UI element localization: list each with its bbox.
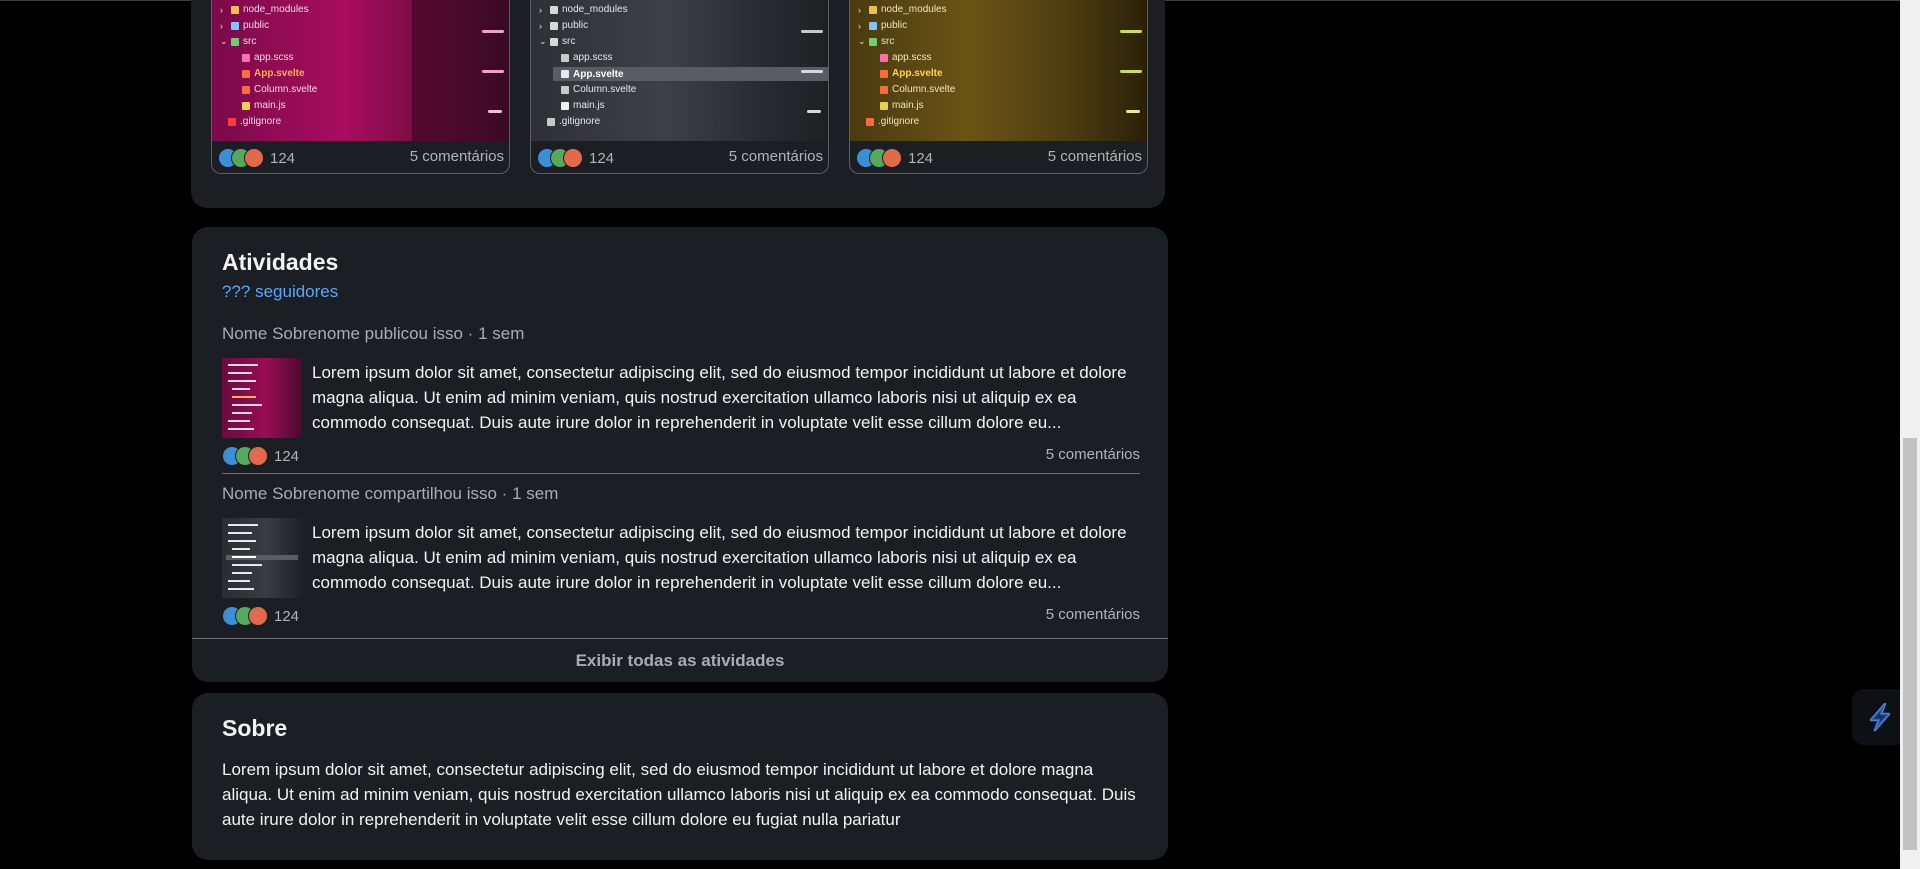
activity-title: Atividades (222, 249, 339, 275)
post-stats: 124 5 comentários (850, 141, 1147, 173)
reaction-count: 124 (589, 149, 615, 167)
love-reaction-icon (244, 148, 264, 168)
activity-divider (222, 473, 1140, 474)
post-stats: 124 5 comentários (212, 141, 509, 173)
about-text: Lorem ipsum dolor sit amet, consectetur … (222, 760, 1136, 829)
featured-post-tile[interactable]: › node_modules › public ⌄ src app.scss App.… (849, 0, 1148, 174)
featured-section: › node_modules › public ⌄ src app.scss App.… (191, 0, 1165, 208)
activity-text: Lorem ipsum dolor sit amet, consectetur … (312, 363, 1127, 432)
reaction-summary[interactable]: 124 (856, 148, 933, 168)
reaction-count: 124 (908, 149, 934, 167)
post-thumbnail: › node_modules › public ⌄ src app.scss App.… (850, 0, 1147, 141)
activity-section: Atividades ??? seguidores Nome Sobrenome… (192, 227, 1168, 682)
activity-meta: Nome Sobrenome publicou isso · 1 sem (222, 324, 525, 343)
comments-link[interactable]: 5 comentários (729, 148, 823, 165)
reaction-count: 124 (274, 447, 300, 465)
about-title: Sobre (222, 715, 288, 741)
reaction-summary[interactable]: 124 (537, 148, 614, 168)
post-thumbnail: › node_modules › public ⌄ src app.scss App.… (212, 0, 509, 141)
post-stats: 124 5 comentários (531, 141, 828, 173)
activity-item[interactable]: Nome Sobrenome compartilhou isso · 1 sem… (222, 484, 1140, 626)
about-section: Sobre Lorem ipsum dolor sit amet, consec… (192, 693, 1168, 860)
profile-page: › node_modules › public ⌄ src app.scss App.… (0, 0, 1920, 869)
reaction-summary[interactable]: 124 (218, 148, 295, 168)
activity-item[interactable]: Nome Sobrenome publicou isso · 1 sem Lor… (222, 324, 1140, 466)
scrollbar-thumb[interactable] (1903, 438, 1917, 850)
love-reaction-icon (248, 606, 268, 626)
reaction-summary[interactable]: 124 (222, 446, 299, 466)
love-reaction-icon (563, 148, 583, 168)
love-reaction-icon (882, 148, 902, 168)
activity-text: Lorem ipsum dolor sit amet, consectetur … (312, 523, 1127, 592)
comments-link[interactable]: 5 comentários (1048, 148, 1142, 165)
activity-stats: 124 5 comentários (222, 444, 1140, 466)
activity-stats: 124 5 comentários (222, 604, 1140, 626)
comments-link[interactable]: 5 comentários (1046, 446, 1140, 463)
love-reaction-icon (248, 446, 268, 466)
comments-link[interactable]: 5 comentários (410, 148, 504, 165)
comments-link[interactable]: 5 comentários (1046, 606, 1140, 623)
followers-link[interactable]: ??? seguidores (222, 282, 338, 302)
activity-thumbnail[interactable] (222, 358, 302, 438)
featured-post-tile[interactable]: › node_modules › public ⌄ src app.scss App.… (211, 0, 510, 174)
reaction-count: 124 (274, 607, 300, 625)
reaction-count: 124 (270, 149, 296, 167)
activity-thumbnail[interactable] (222, 518, 302, 598)
featured-post-tile[interactable]: › node_modules › public ⌄ src app.scss App.… (530, 0, 829, 174)
activity-meta: Nome Sobrenome compartilhou isso · 1 sem (222, 484, 559, 503)
lightning-bolt-icon (1869, 702, 1891, 732)
post-thumbnail: › node_modules › public ⌄ src app.scss App.… (531, 0, 828, 141)
show-all-activities-button[interactable]: Exibir todas as atividades (192, 639, 1168, 682)
reaction-summary[interactable]: 124 (222, 606, 299, 626)
